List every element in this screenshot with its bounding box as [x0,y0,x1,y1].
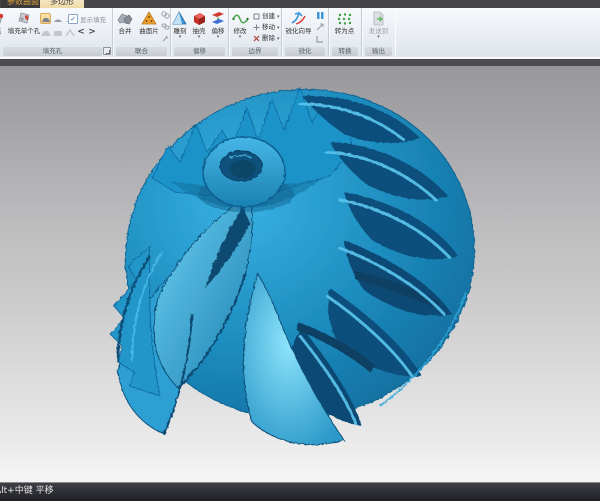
sharpen-wizard-icon [290,10,307,27]
mouse-hint-text: Alt+中键 平移 [0,483,54,500]
prev-hole-button[interactable]: < [76,26,86,38]
group-label-convert: 转换 [332,47,358,56]
group-label-output: 输出 [365,47,392,56]
group-label-sharpen: 锐化 [285,47,325,56]
group-label-boundary: 边界 [232,47,278,56]
dropdown-arrow-icon[interactable]: ▾ [179,35,182,39]
sharpen-wizard-button[interactable]: 锐化向导 [283,10,314,35]
ribbon: 充 填充单个孔 [0,8,600,58]
fill-single-hole-icon [17,10,32,27]
ribbon-group-sharpen: 锐化向导 锐化 [282,8,329,57]
wave-modify-icon [232,10,249,27]
dropdown-arrow-icon[interactable]: ▾ [198,35,201,39]
merge-icon [117,10,133,27]
pin-icon[interactable] [161,34,170,43]
send-to-button[interactable]: 发送到 ▾ [364,10,393,39]
fill-single-hole-button[interactable]: 填充单个孔 [6,10,42,35]
shell-icon [192,10,207,27]
bridge-icon-2 [53,28,63,37]
checkbox-check-icon: ✓ [68,14,78,24]
ribbon-group-combine: 合并 曲面片 联合 [113,8,171,57]
dropdown-arrow-icon[interactable]: ▾ [239,35,242,39]
ribbon-group-convert: 转为点 转换 [329,8,362,57]
tab-polygon[interactable]: 多边形 [40,0,84,8]
status-bar: Alt+中键 平移 [0,482,600,501]
bridge-mode-2-button[interactable] [52,27,63,38]
dropdown-arrow-icon: ▾ [277,36,280,42]
move-boundary-icon [253,24,260,31]
merge-button[interactable]: 合并 [114,10,136,35]
boolean-union-icon[interactable] [161,10,170,19]
sharpen-arrow-icon[interactable] [316,23,325,32]
boundary-modify-button[interactable]: 修改 ▾ [230,10,250,39]
send-to-icon [371,10,386,27]
group-label-fill-holes: 填充孔 [3,47,102,56]
chain-link-icon[interactable] [161,22,170,31]
create-boundary-icon [253,13,260,20]
tab-parametric-surface[interactable]: 参数曲面 [1,0,45,8]
arch-tangent-icon [53,14,63,23]
dropdown-arrow-icon[interactable]: ▾ [377,35,380,39]
points-grid-icon [336,10,353,27]
boundary-move-button[interactable]: 移动 ▾ [253,23,280,32]
bridge-icon-3 [65,28,75,37]
delete-boundary-icon [253,35,260,42]
dropdown-arrow-icon: ▾ [277,25,280,31]
sharpen-corner-icon[interactable] [316,35,325,44]
ribbon-group-fill-holes: 充 填充单个孔 [0,8,113,57]
sculpt-icon [172,10,188,27]
dropdown-arrow-icon[interactable]: ▾ [217,35,220,39]
dropdown-arrow-icon: ▾ [277,14,280,20]
fill-curvature-mode-button[interactable] [40,13,51,24]
impeller-model[interactable] [0,66,600,482]
sharpen-bars-icon[interactable] [316,11,325,20]
fill-tangent-mode-button[interactable] [52,13,63,24]
ribbon-group-boundary: 修改 ▾ 创建 ▾ 移动 ▾ 删除 ▾ 边界 [229,8,282,57]
boundary-create-button[interactable]: 创建 ▾ [253,12,280,21]
bridge-mode-1-button[interactable] [40,27,51,38]
fill-all-icon [0,10,5,27]
ribbon-group-offset: 雕刻 ▾ 抽壳 ▾ 偏移 ▾ 偏移 [171,8,229,57]
viewport-3d[interactable] [0,66,600,482]
dialog-launcher-icon[interactable] [103,47,111,55]
ribbon-group-output: 发送到 ▾ 输出 [362,8,395,57]
surface-patch-icon [141,10,157,27]
group-label-offset: 偏移 [174,47,225,56]
boundary-delete-button[interactable]: 删除 ▾ [253,34,280,43]
show-fill-checkbox[interactable]: ✓ 显示填充 [68,14,106,24]
bridge-mode-3-button[interactable] [64,27,75,38]
surface-patch-button[interactable]: 曲面片 [137,10,161,35]
ribbon-tab-strip: 参数曲面 多边形 [0,0,600,8]
offset-button[interactable]: 偏移 ▾ [209,10,227,39]
shell-button[interactable]: 抽壳 ▾ [190,10,208,39]
sculpt-button[interactable]: 雕刻 ▾ [171,10,189,39]
next-hole-button[interactable]: > [87,26,97,38]
bridge-icon-1 [41,28,51,37]
convert-to-points-button[interactable]: 转为点 [330,10,359,35]
group-label-combine: 联合 [116,47,167,56]
offset-icon [210,10,226,27]
arch-curvature-icon [41,14,50,23]
